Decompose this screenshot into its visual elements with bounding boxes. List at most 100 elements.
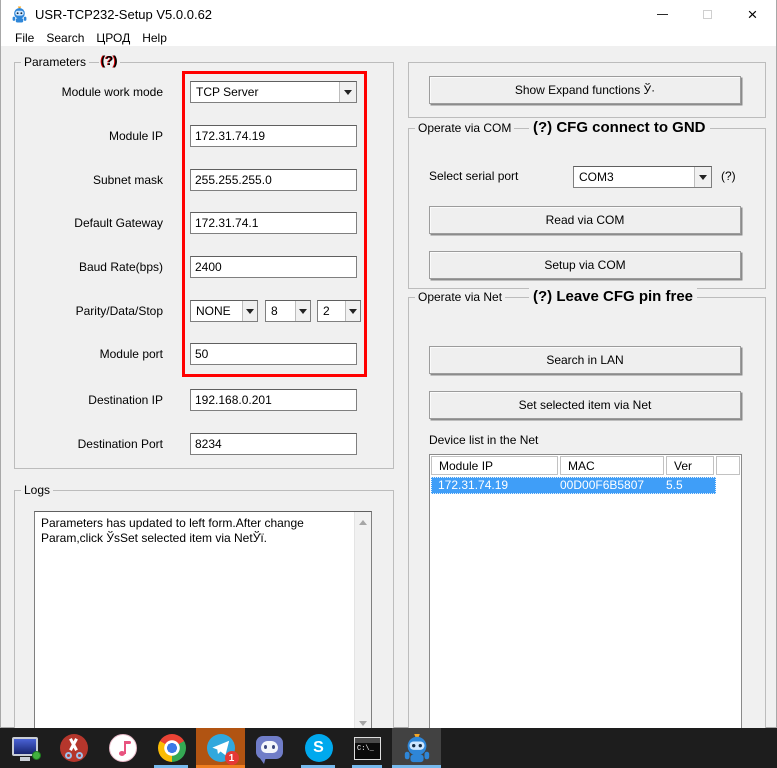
taskbar-screenshot-tool-button[interactable] [49, 728, 98, 768]
param-row: Destination IP [21, 389, 373, 411]
serial-port-value: COM3 [579, 170, 614, 184]
column-header-mac[interactable]: MAC [560, 456, 664, 475]
setup-via-com-button[interactable]: Setup via COM [429, 251, 741, 279]
param-row: Default Gateway [21, 212, 373, 234]
minimize-button[interactable] [641, 0, 684, 29]
com-group-title: Operate via COM [415, 121, 514, 135]
close-button[interactable]: × [731, 0, 774, 29]
maximize-button[interactable] [686, 0, 729, 29]
label-destination-ip: Destination IP [21, 389, 163, 411]
destination-port-field[interactable] [190, 433, 357, 455]
default-gateway-field[interactable] [190, 212, 357, 234]
usr-setup-icon [402, 733, 432, 763]
cell-mac: 00D00F6B5807 [560, 477, 666, 494]
column-header-empty [716, 456, 740, 475]
minimize-icon [657, 14, 668, 15]
stop-bits-value: 2 [323, 304, 330, 318]
remote-desktop-icon [12, 737, 38, 756]
param-row: Module work mode TCP Server [21, 81, 373, 103]
label-destination-port: Destination Port [21, 433, 163, 455]
taskbar-telegram-button[interactable]: 1 [196, 728, 245, 768]
net-group-hint: (?) Leave CFG pin free [529, 287, 697, 306]
serial-port-select[interactable]: COM3 [573, 166, 712, 188]
chevron-down-icon[interactable] [694, 167, 711, 187]
scroll-down-icon[interactable] [359, 721, 367, 726]
net-group-title: Operate via Net [415, 290, 505, 304]
taskbar-usr-setup-button[interactable] [392, 728, 441, 768]
expand-group: Show Expand functions Ў· [408, 62, 766, 118]
menu-bar: File Search ЦРОД Help [1, 29, 776, 46]
search-in-lan-button[interactable]: Search in LAN [429, 346, 741, 374]
skype-icon: S [305, 734, 333, 762]
label-module-work-mode: Module work mode [21, 81, 163, 103]
screenshot-tool-icon [60, 734, 88, 762]
module-ip-field[interactable] [190, 125, 357, 147]
data-bits-value: 8 [271, 304, 278, 318]
subnet-mask-field[interactable] [190, 169, 357, 191]
logs-scrollbar[interactable] [354, 512, 371, 728]
app-logo-icon [11, 6, 28, 23]
logs-text: Parameters has updated to left form.Afte… [41, 516, 349, 546]
param-row: Module IP [21, 125, 373, 147]
table-row-selected[interactable]: 172.31.74.19 00D00F6B5807 5.5 [431, 477, 716, 494]
device-list-header: Module IP MAC Ver [430, 455, 741, 476]
taskbar-music-player-button[interactable] [98, 728, 147, 768]
telegram-icon: 1 [207, 734, 235, 762]
taskbar-command-prompt-button[interactable]: C:\_ [343, 728, 392, 768]
app-window: USR-TCP232-Setup V5.0.0.62 × File Search… [0, 0, 777, 728]
com-group-hint: (?) CFG connect to GND [529, 118, 710, 137]
destination-ip-field[interactable] [190, 389, 357, 411]
parameters-group: Parameters (?) Module work mode TCP Serv… [14, 62, 394, 469]
device-list-table[interactable]: Module IP MAC Ver 172.31.74.19 00D00F6B5… [429, 454, 742, 728]
label-baud-rate: Baud Rate(bps) [21, 256, 163, 278]
taskbar-remote-desktop-button[interactable] [0, 728, 49, 768]
label-default-gateway: Default Gateway [21, 212, 163, 234]
maximize-icon [703, 10, 712, 19]
logs-textarea[interactable]: Parameters has updated to left form.Afte… [34, 511, 372, 728]
param-row: Baud Rate(bps) [21, 256, 373, 278]
taskbar-chrome-button[interactable] [147, 728, 196, 768]
set-selected-item-button[interactable]: Set selected item via Net [429, 391, 741, 419]
param-row: Parity/Data/Stop NONE 8 2 [21, 300, 373, 322]
param-row: Subnet mask [21, 169, 373, 191]
menu-lang[interactable]: ЦРОД [90, 31, 136, 45]
menu-help[interactable]: Help [136, 31, 173, 45]
stop-bits-select[interactable]: 2 [317, 300, 361, 322]
label-subnet-mask: Subnet mask [21, 169, 163, 191]
menu-search[interactable]: Search [40, 31, 90, 45]
menu-file[interactable]: File [9, 31, 40, 45]
module-port-field[interactable] [190, 343, 357, 365]
discord-icon [256, 736, 283, 759]
label-select-serial-port: Select serial port [429, 169, 518, 183]
column-header-ver[interactable]: Ver [666, 456, 714, 475]
device-list-label: Device list in the Net [429, 433, 538, 447]
chrome-icon [158, 734, 186, 762]
operate-via-net-group: Operate via Net (?) Leave CFG pin free S… [408, 297, 766, 728]
chevron-down-icon[interactable] [295, 301, 310, 321]
command-prompt-icon: C:\_ [354, 737, 381, 760]
taskbar-discord-button[interactable] [245, 728, 294, 768]
scroll-up-icon[interactable] [359, 520, 367, 525]
cell-ver: 5.5 [666, 477, 716, 494]
column-header-module-ip[interactable]: Module IP [431, 456, 558, 475]
taskbar-skype-button[interactable]: S [294, 728, 343, 768]
parameters-help-hint: (?) [99, 53, 120, 68]
title-bar: USR-TCP232-Setup V5.0.0.62 × [1, 0, 776, 29]
chevron-down-icon[interactable] [339, 82, 356, 102]
chevron-down-icon[interactable] [345, 301, 360, 321]
module-work-mode-select[interactable]: TCP Server [190, 81, 357, 103]
baud-rate-field[interactable] [190, 256, 357, 278]
chevron-down-icon[interactable] [242, 301, 257, 321]
param-row: Destination Port [21, 433, 373, 455]
show-expand-functions-button[interactable]: Show Expand functions Ў· [429, 76, 741, 104]
taskbar: 1 S C:\_ [0, 728, 777, 768]
read-via-com-button[interactable]: Read via COM [429, 206, 741, 234]
operate-via-com-group: Operate via COM (?) CFG connect to GND S… [408, 128, 766, 289]
data-bits-select[interactable]: 8 [265, 300, 311, 322]
parameters-group-title: Parameters [21, 55, 89, 69]
serial-port-help-hint: (?) [721, 169, 736, 183]
parity-value: NONE [196, 304, 231, 318]
logs-group: Logs Parameters has updated to left form… [14, 490, 394, 728]
label-parity-data-stop: Parity/Data/Stop [21, 300, 163, 322]
parity-select[interactable]: NONE [190, 300, 258, 322]
